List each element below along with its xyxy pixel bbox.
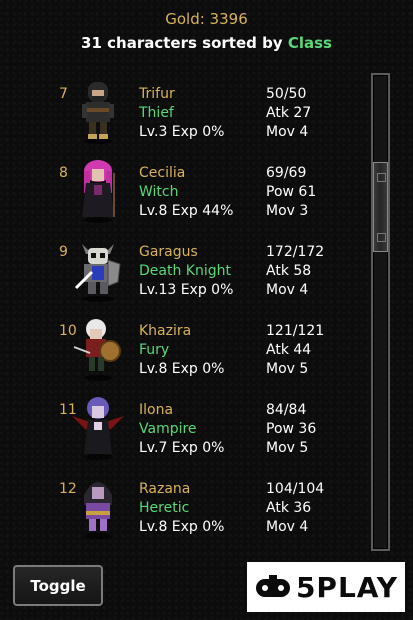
character-level-exp: Lv.7 Exp 0%: [139, 440, 225, 456]
scrollbar-thumb[interactable]: [373, 162, 388, 252]
character-level-exp: Lv.13 Exp 0%: [139, 282, 234, 298]
character-index: 7: [59, 86, 68, 102]
logo-text: 5PLAY: [295, 570, 399, 604]
scroll-grip-icon: [377, 173, 386, 182]
character-row[interactable]: 11 Ilona Vampire Lv.7 Exp 0% 84/84 Pow 3…: [0, 396, 360, 474]
character-hp: 104/104: [266, 481, 325, 497]
character-class: Vampire: [139, 421, 197, 437]
gold-counter: Gold: 3396: [165, 10, 248, 28]
character-name: Cecilia: [139, 165, 186, 181]
character-row[interactable]: 9 Garagus Death Knight Lv.13 Exp 0% 172/…: [0, 238, 360, 316]
character-move: Mov 4: [266, 282, 309, 298]
scrollbar-track[interactable]: [371, 73, 390, 551]
character-hp: 121/121: [266, 323, 325, 339]
character-hp: 172/172: [266, 244, 325, 260]
character-name: Garagus: [139, 244, 198, 260]
sort-prefix: 31 characters sorted by: [81, 34, 288, 52]
character-name: Khazira: [139, 323, 192, 339]
character-row[interactable]: 10 Khazira Fury Lv.8 Exp 0% 121/121 Atk …: [0, 317, 360, 395]
character-row[interactable]: 7 Trifur Thief Lv.3 Exp 0% 50/50 Atk 27 …: [0, 80, 360, 158]
character-class: Thief: [139, 105, 174, 121]
character-level-exp: Lv.8 Exp 44%: [139, 203, 234, 219]
witch-sprite: [82, 160, 115, 223]
gamepad-icon: [255, 575, 290, 597]
character-stat: Pow 36: [266, 421, 317, 437]
character-name: Razana: [139, 481, 191, 497]
character-level-exp: Lv.8 Exp 0%: [139, 361, 225, 377]
character-move: Mov 4: [266, 124, 309, 140]
character-move: Mov 3: [266, 203, 309, 219]
scroll-grip-icon: [377, 233, 386, 242]
character-level-exp: Lv.8 Exp 0%: [139, 519, 225, 535]
character-hp: 50/50: [266, 86, 307, 102]
character-class: Heretic: [139, 500, 190, 516]
character-level-exp: Lv.3 Exp 0%: [139, 124, 225, 140]
character-move: Mov 5: [266, 361, 309, 377]
character-stat: Atk 36: [266, 500, 312, 516]
character-stat: Pow 61: [266, 184, 317, 200]
sort-key[interactable]: Class: [288, 34, 332, 52]
fury-sprite: [73, 319, 121, 381]
character-row[interactable]: 8 Cecilia Witch Lv.8 Exp 44% 69/69 Pow 6…: [0, 159, 360, 237]
character-row[interactable]: 12 Razana Heretic Lv.8 Exp 0% 104/104 At…: [0, 475, 360, 553]
character-stat: Atk 44: [266, 342, 312, 358]
character-stat: Atk 27: [266, 105, 312, 121]
character-index: 8: [59, 165, 68, 181]
vampire-sprite: [72, 397, 124, 460]
death-knight-sprite: [74, 244, 121, 302]
character-class: Witch: [139, 184, 179, 200]
5play-logo: 5PLAY: [247, 562, 405, 612]
character-hp: 69/69: [266, 165, 307, 181]
sort-description: 31 characters sorted by Class: [0, 34, 413, 52]
character-name: Trifur: [139, 86, 175, 102]
character-class: Fury: [139, 342, 170, 358]
toggle-button[interactable]: Toggle: [13, 565, 103, 606]
character-hp: 84/84: [266, 402, 307, 418]
thief-sprite: [82, 82, 114, 144]
character-move: Mov 4: [266, 519, 309, 535]
character-class: Death Knight: [139, 263, 231, 279]
character-move: Mov 5: [266, 440, 309, 456]
character-index: 9: [59, 244, 68, 260]
character-stat: Atk 58: [266, 263, 312, 279]
character-name: Ilona: [139, 402, 174, 418]
heretic-sprite: [84, 482, 112, 539]
